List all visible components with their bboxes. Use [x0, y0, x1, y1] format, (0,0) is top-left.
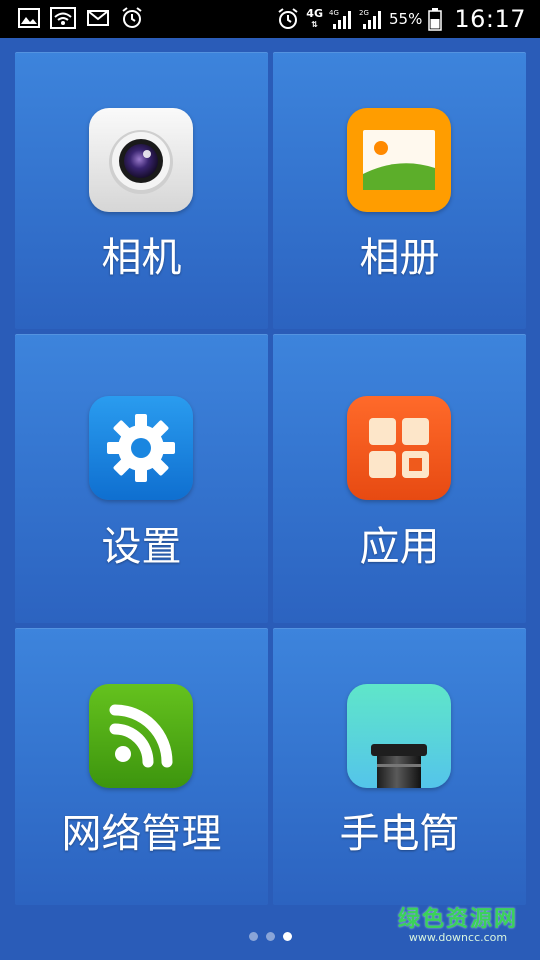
- app-label-network: 网络管理: [61, 811, 222, 857]
- signal-strength-icon-1: 4G: [329, 7, 353, 31]
- apps-icon: [347, 396, 451, 500]
- app-label-gallery: 相册: [359, 235, 440, 281]
- notification-icons: [18, 6, 144, 30]
- status-bar: 4G ⇅ 4G 2G 55% 16:17: [0, 0, 540, 38]
- flashlight-icon: [347, 684, 451, 788]
- signal1-tag: 4G: [329, 9, 339, 17]
- alarm-notification-icon: [120, 6, 144, 30]
- app-tile-network[interactable]: 网络管理: [15, 628, 268, 905]
- network-type-label: 4G: [306, 7, 323, 20]
- gallery-icon: [347, 108, 451, 212]
- app-label-settings: 设置: [101, 524, 182, 570]
- watermark-url: www.downcc.com: [408, 931, 508, 944]
- page-dot-1[interactable]: [248, 932, 258, 941]
- mail-notification-icon: [86, 7, 110, 29]
- app-label-camera: 相机: [101, 235, 182, 281]
- clock: 16:17: [454, 5, 526, 33]
- battery-icon: [428, 7, 443, 31]
- app-label-flashlight: 手电筒: [339, 811, 460, 857]
- app-tile-gallery[interactable]: 相册: [273, 52, 526, 329]
- battery-percent: 55%: [388, 10, 423, 28]
- app-label-apps: 应用: [359, 524, 440, 570]
- wifi-notification-icon: [50, 7, 76, 29]
- page-dot-2[interactable]: [265, 932, 275, 941]
- alarm-status-icon: [276, 7, 300, 31]
- watermark-name: 绿色资源网: [397, 907, 518, 932]
- app-grid: 相机 相册 设置 应用 网络管理 手电筒: [15, 52, 526, 905]
- signal2-tag: 2G: [359, 9, 369, 17]
- app-tile-camera[interactable]: 相机: [15, 52, 268, 329]
- app-tile-flashlight[interactable]: 手电筒: [273, 628, 526, 905]
- network-type-indicator: 4G ⇅: [306, 8, 323, 30]
- system-status: 4G ⇅ 4G 2G 55% 16:17: [276, 0, 526, 38]
- settings-icon: [89, 396, 193, 500]
- watermark: 绿色资源网 www.downcc.com: [398, 908, 518, 944]
- data-arrows-icon: ⇅: [311, 20, 318, 29]
- wifi-icon: [89, 684, 193, 788]
- app-tile-settings[interactable]: 设置: [15, 334, 268, 623]
- camera-icon: [89, 108, 193, 212]
- image-notification-icon: [18, 7, 40, 29]
- app-tile-apps[interactable]: 应用: [273, 334, 526, 623]
- signal-strength-icon-2: 2G: [359, 7, 383, 31]
- page-dot-3-active[interactable]: [282, 932, 292, 941]
